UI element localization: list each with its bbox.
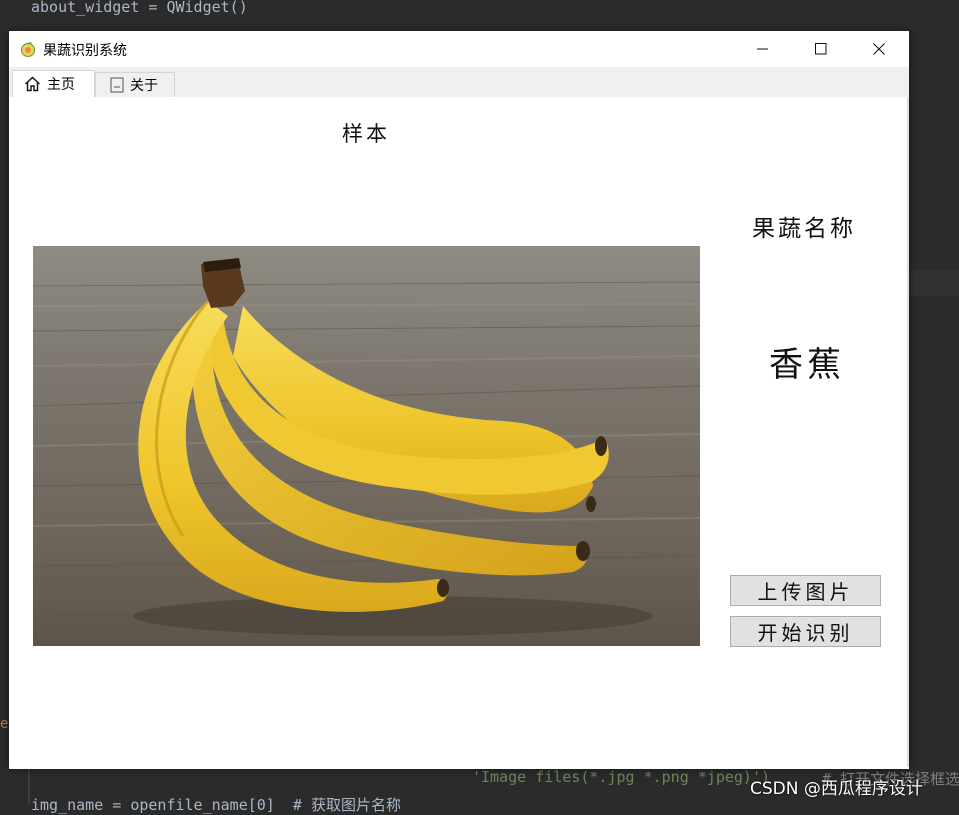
- close-button[interactable]: [850, 31, 908, 67]
- ide-gutter: [28, 768, 30, 805]
- tab-home-label: 主页: [47, 77, 75, 93]
- sample-image: [33, 246, 700, 646]
- document-icon: [110, 77, 124, 93]
- maximize-icon: [815, 43, 827, 55]
- banana-photo: [33, 246, 700, 646]
- minimize-icon: [757, 48, 768, 50]
- tab-about-label: 关于: [130, 78, 158, 94]
- home-page: 样本 果蔬名称 香蕉 上传图片 开始识别: [9, 97, 909, 767]
- maximize-button[interactable]: [792, 31, 850, 67]
- start-recognition-button[interactable]: 开始识别: [730, 616, 881, 647]
- sample-label: 样本: [342, 122, 390, 146]
- minimize-button[interactable]: [734, 31, 792, 67]
- app-window: 果蔬识别系统 主页 关于 样本 果蔬名称 香蕉 上传图片 开始识别: [9, 31, 909, 769]
- fruit-name-label: 果蔬名称: [752, 216, 856, 242]
- upload-image-button[interactable]: 上传图片: [730, 575, 881, 606]
- recognition-result: 香蕉: [769, 345, 845, 385]
- tab-home[interactable]: 主页: [12, 70, 95, 97]
- window-title: 果蔬识别系统: [43, 43, 127, 59]
- ide-code-line-top: about_widget = QWidget(): [31, 0, 248, 16]
- title-bar[interactable]: 果蔬识别系统: [9, 31, 909, 67]
- fruit-app-icon: [20, 42, 36, 57]
- tab-bar: 主页 关于: [9, 67, 909, 98]
- ide-caret-line: [909, 270, 959, 296]
- tab-about[interactable]: 关于: [95, 72, 175, 97]
- home-icon: [25, 76, 40, 92]
- ide-gutter-mark: e: [0, 716, 9, 732]
- watermark: CSDN @西瓜程序设计: [750, 779, 923, 799]
- close-icon: [873, 43, 885, 55]
- ide-string-literal: 'Image files(*.jpg *.png *jpeg)'): [472, 768, 771, 786]
